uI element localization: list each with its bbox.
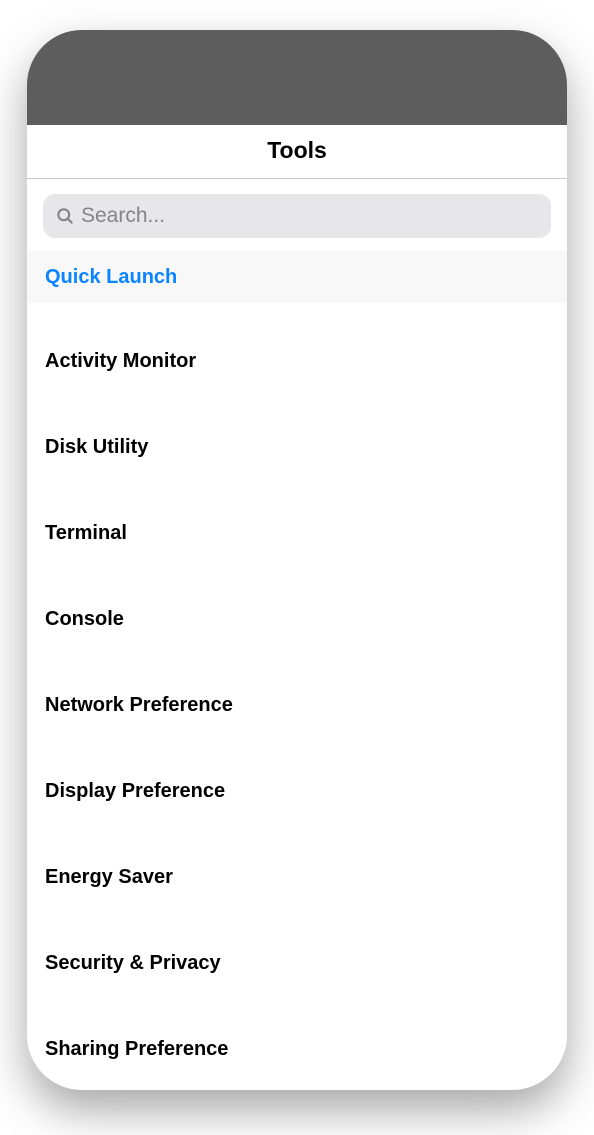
list-item-label: Energy Saver <box>45 866 173 888</box>
list-item[interactable]: Console <box>27 591 567 647</box>
header-bar: Tools <box>27 125 567 179</box>
list-item[interactable]: Sharing Preference <box>27 1021 567 1077</box>
search-input[interactable] <box>81 204 539 228</box>
list-item[interactable]: Security & Privacy <box>27 935 567 991</box>
list-item-label: Activity Monitor <box>45 350 196 372</box>
list-item-label: Sharing Preference <box>45 1038 228 1060</box>
list-item[interactable]: Energy Saver <box>27 849 567 905</box>
list-item-label: Disk Utility <box>45 436 148 458</box>
page-title: Tools <box>27 137 567 164</box>
list-item[interactable]: Terminal <box>27 505 567 561</box>
list-item[interactable]: Disk Utility <box>27 419 567 475</box>
tools-list: Quick Launch Activity Monitor Disk Utili… <box>27 251 567 1090</box>
section-header-label: Quick Launch <box>45 266 177 288</box>
list-item[interactable]: Display Preference <box>27 763 567 819</box>
search-icon <box>55 206 75 226</box>
status-bar-area <box>27 30 567 125</box>
list-item-label: Display Preference <box>45 780 225 802</box>
list-item[interactable]: Activity Monitor <box>27 333 567 389</box>
search-container <box>27 179 567 251</box>
list-item[interactable]: Network Preference <box>27 677 567 733</box>
search-box[interactable] <box>43 194 551 238</box>
list-item-label: Console <box>45 608 124 630</box>
device-frame: Tools Quick Launch Activity Monitor Disk… <box>27 30 567 1090</box>
list-item-label: Security & Privacy <box>45 952 221 974</box>
list-item-label: Terminal <box>45 522 127 544</box>
section-header-quick-launch[interactable]: Quick Launch <box>27 251 567 303</box>
list-item-label: Network Preference <box>45 694 233 716</box>
